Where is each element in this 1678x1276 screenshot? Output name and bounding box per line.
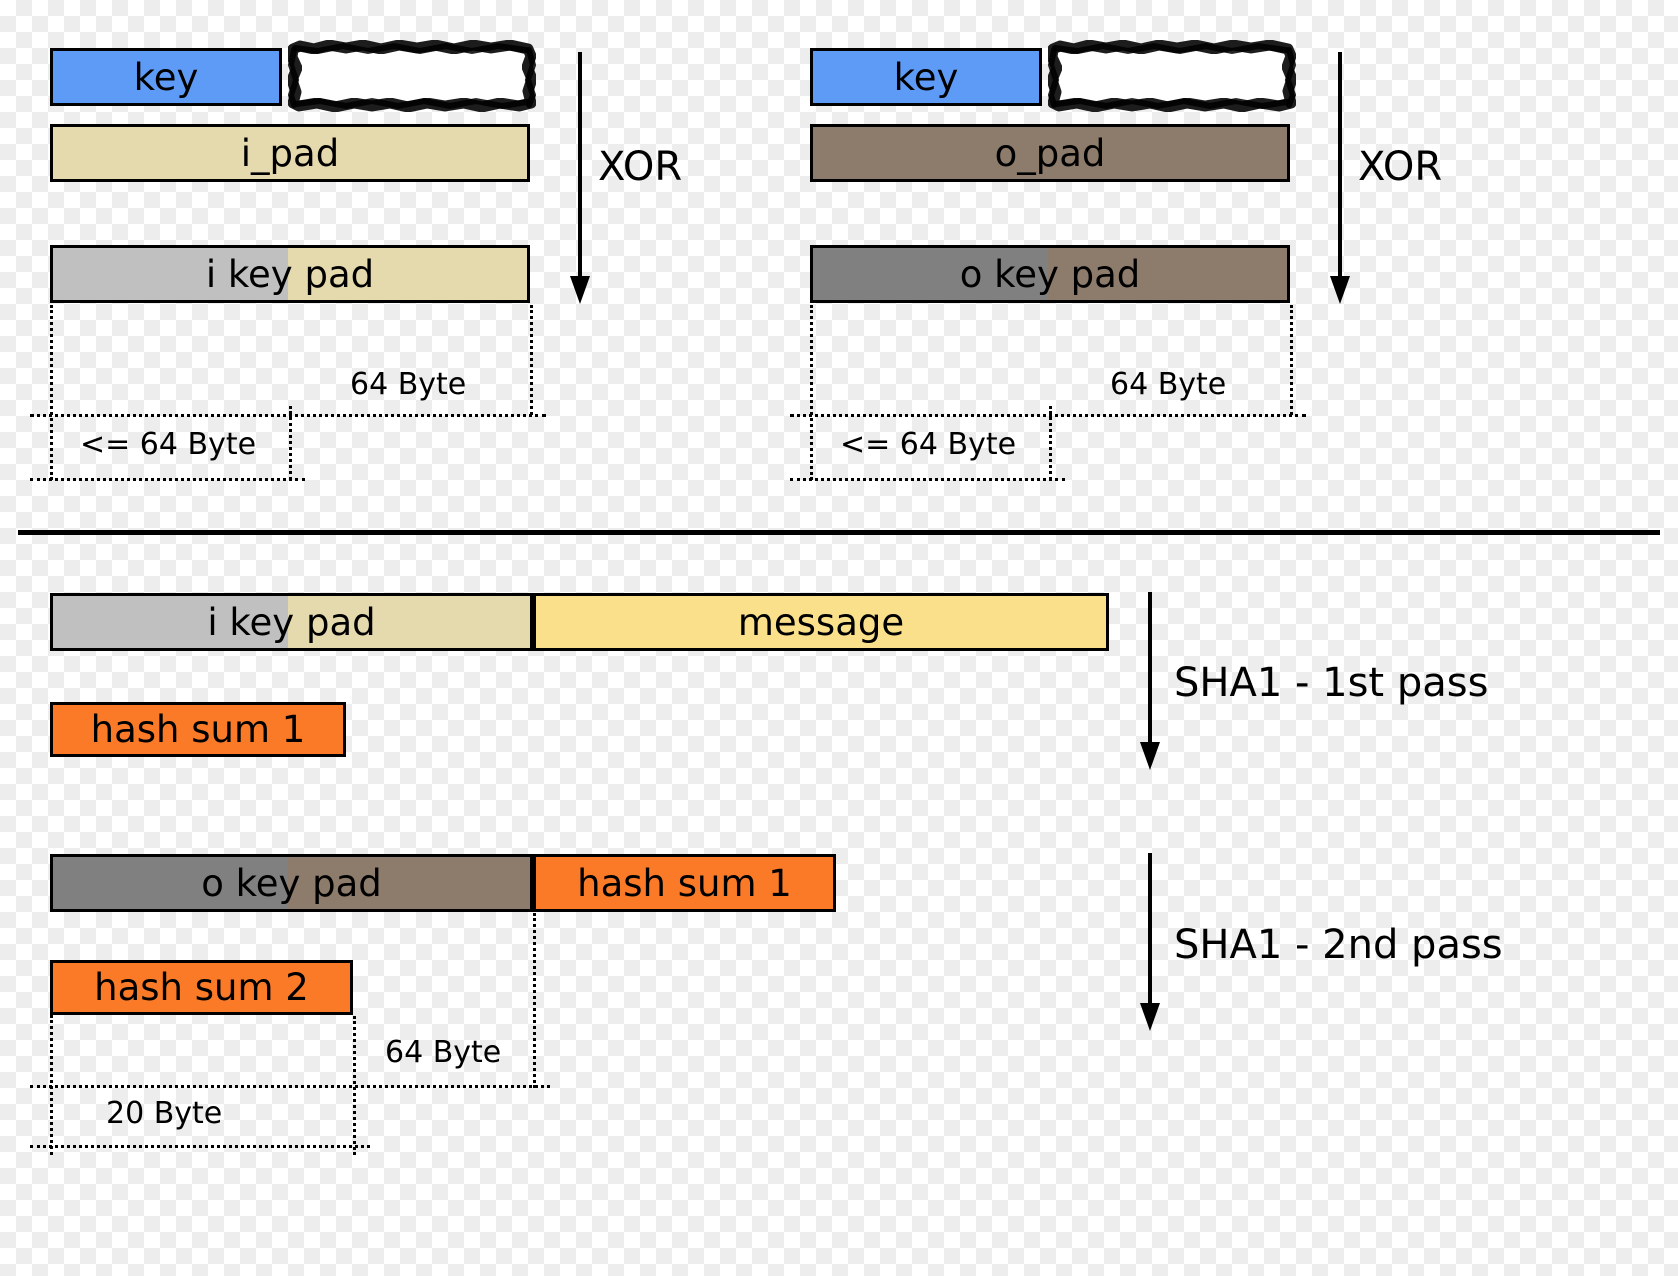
top-right-measure-line-64 [790,414,1306,417]
top-right-okeypad-box: o key pad [810,245,1290,303]
section-divider [18,530,1660,535]
top-right-xor-arrow [1326,52,1354,304]
top-left-xor-label: XOR [598,144,683,190]
top-left-measure-64-label: 64 Byte [350,367,467,402]
pass2-measure-line-20 [30,1145,370,1148]
pass2-sha1-arrow [1136,853,1164,1031]
pass2-measure-64-label: 64 Byte [385,1035,502,1070]
top-left-key-box: key [50,48,282,106]
top-left-ipad-label: i_pad [240,131,340,175]
top-left-measure-line-64 [30,414,546,417]
pass2-okeypad-label: o key pad [201,861,382,905]
top-left-measure-line-key [30,478,305,481]
top-right-okeypad-label: o key pad [959,252,1141,296]
pass2-okeypad-box: o key pad [50,854,533,912]
pass2-measure-line-64 [30,1085,550,1088]
top-left-key-label: key [133,55,199,99]
top-right-opad-box: o_pad [810,124,1290,182]
pass1-hashsum-label: hash sum 1 [90,708,306,751]
hmac-diagram: key i_pad i key pad XOR 64 Byte <= 64 By… [0,0,1678,1276]
top-right-measure-tick-key [1049,406,1052,480]
top-left-measure-tick-key [289,406,292,480]
pass1-sha1-arrow [1136,592,1164,770]
pass1-hashsum-box: hash sum 1 [50,702,346,757]
pass2-measure-20-label: 20 Byte [106,1096,223,1131]
top-left-ikeypad-box: i key pad [50,245,530,303]
pass2-sha1-label: SHA1 - 2nd pass [1174,922,1503,968]
top-right-key-label: key [893,55,959,99]
top-left-ipad-box: i_pad [50,124,530,182]
top-right-xor-label: XOR [1358,144,1443,190]
pass1-message-box: message [533,593,1109,651]
top-left-measure-tick-start [50,305,53,480]
pass2-appended-hashsum-label: hash sum 1 [577,861,792,905]
top-right-opad-label: o_pad [994,131,1106,175]
top-left-measure-tick-end [530,305,533,415]
pass1-ikeypad-label: i key pad [207,600,376,644]
top-right-measure-64-label: 64 Byte [1110,367,1227,402]
top-left-measure-key-label: <= 64 Byte [80,427,257,462]
pass2-hashsum-label: hash sum 2 [94,966,309,1009]
pass2-hashsum-box: hash sum 2 [50,960,353,1015]
top-left-xor-arrow [566,52,594,304]
top-right-measure-line-key [790,478,1065,481]
pass2-appended-hashsum-box: hash sum 1 [533,854,836,912]
top-right-measure-tick-start [810,305,813,480]
pass1-ikeypad-box: i key pad [50,593,533,651]
top-right-key-box: key [810,48,1042,106]
pass1-message-label: message [737,600,905,644]
pass2-measure-tick-end [533,913,536,1088]
top-right-measure-key-label: <= 64 Byte [840,427,1017,462]
pass1-sha1-label: SHA1 - 1st pass [1174,660,1489,706]
top-left-keypad-sketch-box [288,40,536,112]
top-right-keypad-sketch-box [1048,40,1296,112]
top-right-measure-tick-end [1290,305,1293,415]
top-left-ikeypad-label: i key pad [205,252,375,296]
